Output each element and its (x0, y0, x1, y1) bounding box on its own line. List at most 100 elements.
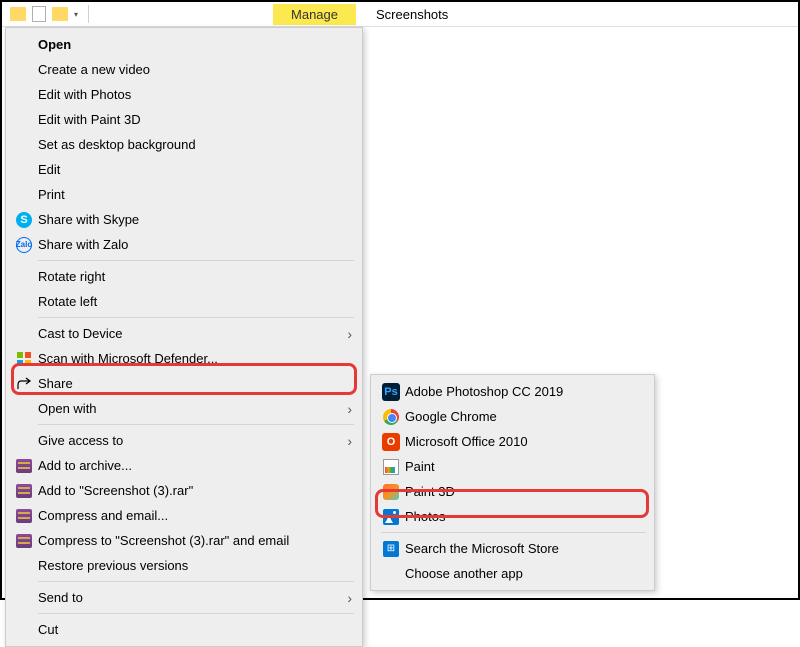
submenu-paint3d[interactable]: Paint 3D (371, 479, 654, 504)
menu-label: Scan with Microsoft Defender... (38, 351, 352, 366)
menu-label: Google Chrome (405, 409, 644, 424)
menu-open[interactable]: Open (6, 32, 362, 57)
menu-label: Rotate right (38, 269, 352, 284)
blank-icon (14, 61, 34, 79)
submenu-photos[interactable]: Photos (371, 504, 654, 529)
folder-icon (10, 7, 26, 21)
menu-edit-photos[interactable]: Edit with Photos (6, 82, 362, 107)
blank-icon (14, 36, 34, 54)
menu-label: Microsoft Office 2010 (405, 434, 644, 449)
menu-label: Create a new video (38, 62, 352, 77)
chevron-right-icon: › (347, 326, 352, 342)
quick-access-toolbar: ▾ (2, 5, 93, 23)
open-with-submenu: Ps Adobe Photoshop CC 2019 Google Chrome… (370, 374, 655, 591)
chevron-down-icon[interactable]: ▾ (74, 10, 78, 19)
menu-add-archive[interactable]: Add to archive... (6, 453, 362, 478)
menu-label: Edit with Paint 3D (38, 112, 352, 127)
menu-send-to[interactable]: Send to › (6, 585, 362, 610)
window-title: Screenshots (376, 7, 448, 22)
menu-label: Share (38, 376, 352, 391)
menu-rotate-left[interactable]: Rotate left (6, 289, 362, 314)
blank-icon (14, 621, 34, 639)
blank-icon (14, 136, 34, 154)
chevron-right-icon: › (347, 433, 352, 449)
menu-label: Paint (405, 459, 644, 474)
menu-label: Photos (405, 509, 644, 524)
blank-icon (14, 400, 34, 418)
menu-cut[interactable]: Cut (6, 617, 362, 642)
menu-label: Compress and email... (38, 508, 352, 523)
menu-label: Send to (38, 590, 347, 605)
photoshop-icon: Ps (381, 383, 401, 401)
submenu-photoshop[interactable]: Ps Adobe Photoshop CC 2019 (371, 379, 654, 404)
menu-label: Add to "Screenshot (3).rar" (38, 483, 352, 498)
paint-icon (381, 458, 401, 476)
blank-icon (14, 161, 34, 179)
paint3d-icon (381, 483, 401, 501)
office-icon: O (381, 433, 401, 451)
blank-icon (14, 432, 34, 450)
menu-cast[interactable]: Cast to Device › (6, 321, 362, 346)
menu-share[interactable]: Share (6, 371, 362, 396)
menu-label: Open (38, 37, 352, 52)
menu-print[interactable]: Print (6, 182, 362, 207)
ribbon-tab-manage[interactable]: Manage (273, 4, 356, 25)
menu-set-background[interactable]: Set as desktop background (6, 132, 362, 157)
winrar-icon (14, 507, 34, 525)
menu-label: Print (38, 187, 352, 202)
submenu-paint[interactable]: Paint (371, 454, 654, 479)
blank-icon (14, 557, 34, 575)
zalo-icon: Zalo (14, 236, 34, 254)
winrar-icon (14, 457, 34, 475)
menu-restore[interactable]: Restore previous versions (6, 553, 362, 578)
menu-label: Edit (38, 162, 352, 177)
menu-label: Paint 3D (405, 484, 644, 499)
menu-give-access[interactable]: Give access to › (6, 428, 362, 453)
chevron-right-icon: › (347, 401, 352, 417)
menu-create-video[interactable]: Create a new video (6, 57, 362, 82)
menu-add-rar[interactable]: Add to "Screenshot (3).rar" (6, 478, 362, 503)
menu-label: Share with Skype (38, 212, 352, 227)
separator (38, 260, 354, 261)
menu-label: Share with Zalo (38, 237, 352, 252)
menu-edit[interactable]: Edit (6, 157, 362, 182)
menu-label: Search the Microsoft Store (405, 541, 644, 556)
skype-icon: S (14, 211, 34, 229)
photos-icon (381, 508, 401, 526)
share-icon (14, 375, 34, 393)
menu-label: Choose another app (405, 566, 644, 581)
menu-edit-paint3d[interactable]: Edit with Paint 3D (6, 107, 362, 132)
menu-label: Add to archive... (38, 458, 352, 473)
submenu-search-store[interactable]: Search the Microsoft Store (371, 536, 654, 561)
menu-label: Open with (38, 401, 347, 416)
menu-compress-email[interactable]: Compress and email... (6, 503, 362, 528)
blank-icon (14, 268, 34, 286)
menu-share-skype[interactable]: S Share with Skype (6, 207, 362, 232)
submenu-chrome[interactable]: Google Chrome (371, 404, 654, 429)
folder-icon[interactable] (52, 7, 68, 21)
blank-icon (14, 325, 34, 343)
menu-rotate-right[interactable]: Rotate right (6, 264, 362, 289)
menu-label: Edit with Photos (38, 87, 352, 102)
menu-share-zalo[interactable]: Zalo Share with Zalo (6, 232, 362, 257)
separator (381, 532, 646, 533)
blank-icon (14, 86, 34, 104)
blank-icon (14, 589, 34, 607)
submenu-office[interactable]: O Microsoft Office 2010 (371, 429, 654, 454)
store-icon (381, 540, 401, 558)
submenu-choose-another[interactable]: Choose another app (371, 561, 654, 586)
menu-label: Adobe Photoshop CC 2019 (405, 384, 644, 399)
defender-icon (14, 350, 34, 368)
menu-compress-rar-email[interactable]: Compress to "Screenshot (3).rar" and ema… (6, 528, 362, 553)
menu-open-with[interactable]: Open with › (6, 396, 362, 421)
blank-icon (14, 293, 34, 311)
menu-label: Restore previous versions (38, 558, 352, 573)
menu-label: Compress to "Screenshot (3).rar" and ema… (38, 533, 352, 548)
menu-label: Rotate left (38, 294, 352, 309)
chevron-right-icon: › (347, 590, 352, 606)
menu-label: Cast to Device (38, 326, 347, 341)
winrar-icon (14, 532, 34, 550)
menu-scan-defender[interactable]: Scan with Microsoft Defender... (6, 346, 362, 371)
blank-icon (14, 186, 34, 204)
document-icon[interactable] (32, 6, 46, 22)
